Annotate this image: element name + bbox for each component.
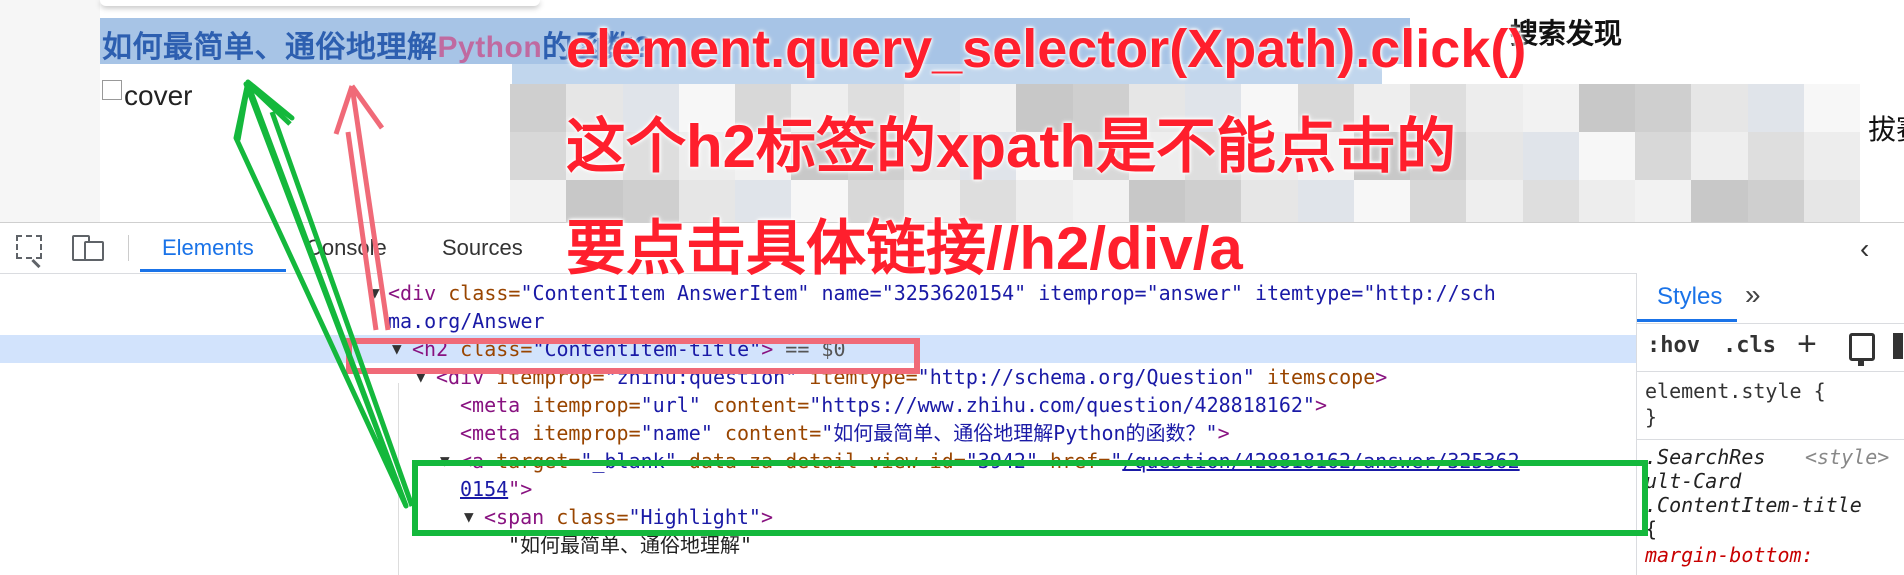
mosaic-cell	[1578, 180, 1635, 222]
tag-name: meta	[472, 393, 521, 417]
tab-styles[interactable]: Styles	[1657, 283, 1722, 311]
mosaic-cell	[1635, 84, 1692, 132]
styles-filter-row: :hov .cls +	[1637, 323, 1904, 372]
mosaic-cell	[1466, 84, 1523, 132]
mosaic-cell	[510, 132, 567, 180]
tablet-shape	[84, 241, 104, 261]
attr-name: content=	[712, 421, 822, 445]
title-part-python: Python	[437, 31, 543, 64]
hover-state-toggle[interactable]: :hov	[1647, 333, 1700, 358]
mosaic-cell	[1635, 180, 1692, 222]
tag-close-bracket: >	[1375, 365, 1388, 389]
mosaic-cell	[1522, 180, 1579, 222]
tab-console[interactable]: Console	[306, 235, 387, 261]
css-selector-continued[interactable]: ult-Card	[1645, 469, 1741, 493]
mosaic-cell	[1410, 180, 1467, 222]
tab-elements[interactable]: Elements	[162, 235, 254, 261]
toolbar-divider	[128, 235, 129, 261]
mosaic-cell	[1578, 84, 1635, 132]
attr-value: "https://www.zhihu.com/question/42881816…	[809, 393, 1315, 417]
rule-close-brace: }	[1645, 405, 1658, 429]
css-selector[interactable]: .SearchRes	[1645, 445, 1765, 469]
tag-name: div	[400, 281, 437, 305]
mosaic-cell	[1241, 180, 1298, 222]
mosaic-cell	[1522, 132, 1579, 180]
mosaic-cell	[1747, 84, 1804, 132]
chevron-left-icon[interactable]: ‹	[1860, 233, 1869, 265]
css-selector-title[interactable]: .ContentItem-title	[1645, 493, 1862, 517]
mosaic-cell	[1803, 180, 1860, 222]
inspect-element-icon[interactable]	[16, 235, 42, 259]
tag-close-bracket: >	[1314, 393, 1328, 417]
mosaic-cell	[1691, 180, 1748, 222]
styles-pane-header: Styles »	[1637, 273, 1904, 324]
mosaic-cell	[1747, 180, 1804, 222]
page-left-margin	[0, 0, 100, 222]
wrapped-attr-text: ma.org/Answer	[388, 309, 545, 333]
styles-pane: Styles » :hov .cls + element.style { } .…	[1636, 273, 1904, 575]
annotation-box-a-link	[412, 460, 1648, 536]
mosaic-cell	[1803, 132, 1860, 180]
annotation-code-line: element.query_selector(Xpath).click()	[566, 19, 1527, 79]
attr-value: "url"	[640, 393, 701, 417]
mosaic-cell	[1803, 84, 1860, 132]
attr-name: itemprop=	[520, 421, 641, 445]
attr-name: itemscope	[1254, 365, 1376, 389]
rule-divider	[1637, 439, 1904, 440]
mosaic-cell	[1353, 180, 1410, 222]
dom-node-meta-name[interactable]: <meta itemprop="name" content="如何最简单、通俗地…	[0, 419, 1636, 447]
css-property[interactable]: margin-bottom:	[1645, 543, 1814, 567]
mosaic-cell	[1466, 132, 1523, 180]
tab-sources[interactable]: Sources	[442, 235, 523, 261]
attr-name: class=	[436, 281, 521, 305]
annotation-box-h2	[346, 338, 920, 374]
attr-name: content=	[700, 393, 810, 417]
attr-value: "http://schema.org/Question"	[917, 365, 1255, 389]
mosaic-cell	[1747, 132, 1804, 180]
dom-node-continuation: ma.org/Answer	[0, 307, 1636, 335]
tag-open-bracket: <	[388, 281, 401, 305]
attr-value: "如何最简单、通俗地理解Python的函数？"	[821, 421, 1218, 445]
mosaic-cell	[1297, 180, 1354, 222]
tag-name: meta	[472, 421, 521, 445]
sidebar-title: 搜索发现	[1510, 18, 1623, 49]
style-source-link[interactable]: <style>	[1805, 445, 1889, 469]
mosaic-cell	[1578, 132, 1635, 180]
mosaic-cell	[1691, 84, 1748, 132]
cover-alt-text: cover	[124, 80, 193, 111]
new-rule-icon[interactable]: +	[1797, 325, 1817, 364]
element-style-rule[interactable]: element.style {	[1645, 379, 1826, 403]
attr-value: "name"	[640, 421, 713, 445]
tag-close-bracket: >	[1217, 421, 1230, 445]
class-toggle[interactable]: .cls	[1723, 333, 1776, 358]
expand-triangle-icon[interactable]: ▼	[370, 279, 380, 307]
mosaic-cell	[1691, 132, 1748, 180]
mosaic-cell	[1466, 180, 1523, 222]
device-toolbar-icon[interactable]	[72, 235, 104, 261]
annotation-note-h2: 这个h2标签的xpath是不能点击的	[566, 113, 1457, 180]
attr-name: itemprop=	[520, 393, 641, 417]
mosaic-cell	[1635, 132, 1692, 180]
tooltip-popup	[100, 0, 540, 6]
tag-open-bracket: <	[460, 393, 473, 417]
mosaic-cell	[1522, 84, 1579, 132]
active-tab-indicator	[1637, 319, 1737, 322]
annotation-note-link: 要点击具体链接//h2/div/a	[566, 215, 1243, 282]
broken-image-icon	[102, 80, 122, 100]
paint-bucket-icon[interactable]	[1849, 333, 1875, 366]
tag-open-bracket: <	[460, 421, 473, 445]
active-tab-indicator	[140, 269, 286, 272]
sidebar-text-fragment[interactable]: 拔赛	[1868, 108, 1904, 148]
mosaic-cell	[510, 180, 567, 222]
more-tabs-icon[interactable]: »	[1745, 279, 1761, 311]
mosaic-cell	[510, 84, 567, 132]
cover-image-broken[interactable]: cover	[102, 80, 192, 112]
dom-node-meta-url[interactable]: <meta itemprop="url" content="https://ww…	[0, 391, 1636, 419]
computed-sidebar-icon[interactable]	[1893, 333, 1903, 359]
title-part-1: 如何最简单、通俗地理解	[102, 31, 438, 64]
